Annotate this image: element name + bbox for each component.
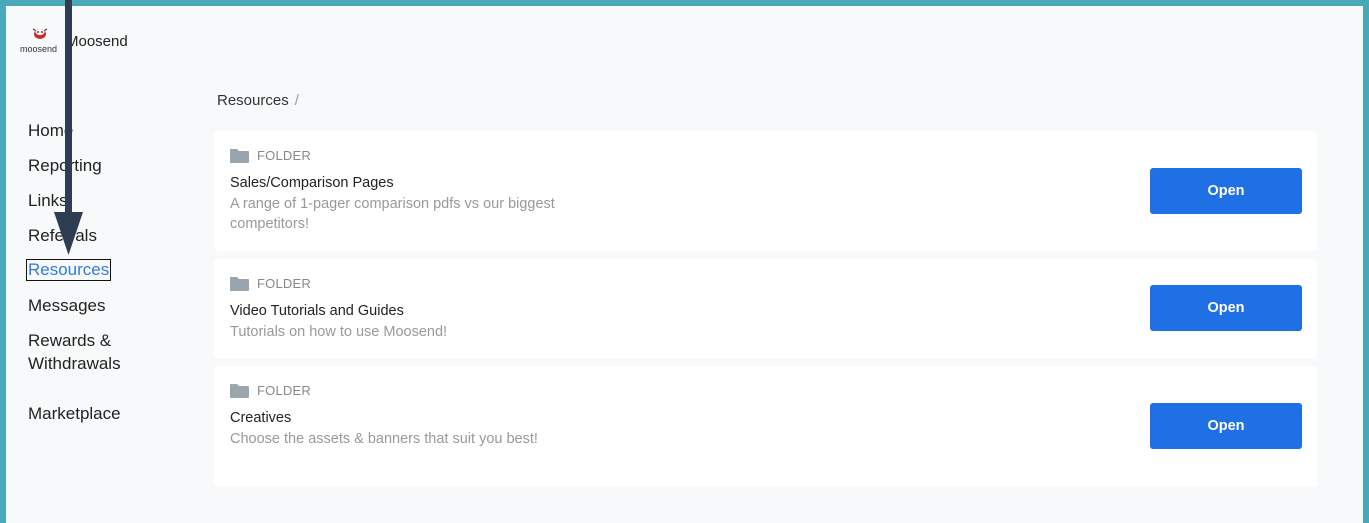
resource-card-creatives: FOLDER Creatives Choose the assets & ban…: [214, 366, 1317, 487]
folder-type-row: FOLDER: [230, 276, 311, 291]
folder-type-row: FOLDER: [230, 148, 311, 163]
breadcrumb: Resources /: [217, 92, 299, 109]
open-button[interactable]: Open: [1150, 285, 1302, 331]
folder-label: FOLDER: [257, 276, 311, 291]
folder-icon: [230, 148, 249, 163]
logo-name: Moosend: [66, 33, 128, 50]
open-button[interactable]: Open: [1150, 403, 1302, 449]
card-description: Choose the assets & banners that suit yo…: [230, 431, 538, 447]
card-title: Creatives: [230, 410, 292, 426]
folder-type-row: FOLDER: [230, 383, 311, 398]
cow-icon: [32, 28, 48, 39]
sidebar-item-messages[interactable]: Messages: [28, 296, 105, 316]
folder-label: FOLDER: [257, 148, 311, 163]
breadcrumb-item-resources[interactable]: Resources: [217, 92, 289, 109]
sidebar-item-withdrawals[interactable]: Withdrawals: [28, 354, 121, 374]
sidebar-item-rewards[interactable]: Rewards &: [28, 331, 111, 351]
logo[interactable]: moosend Moosend: [20, 24, 128, 64]
resource-card-sales: FOLDER Sales/Comparison Pages A range of…: [214, 131, 1317, 251]
app-frame: moosend Moosend Home Reporting Links Ref…: [6, 6, 1363, 523]
card-description: A range of 1-pager comparison pdfs vs ou…: [230, 196, 555, 232]
folder-icon: [230, 383, 249, 398]
folder-icon: [230, 276, 249, 291]
card-title: Sales/Comparison Pages: [230, 175, 394, 191]
open-button[interactable]: Open: [1150, 168, 1302, 214]
card-description: Tutorials on how to use Moosend!: [230, 324, 448, 340]
folder-label: FOLDER: [257, 383, 311, 398]
sidebar-item-links[interactable]: Links: [28, 191, 68, 211]
sidebar-item-marketplace[interactable]: Marketplace: [28, 404, 121, 424]
sidebar-item-referrals[interactable]: Referrals: [28, 226, 97, 246]
sidebar-item-resources[interactable]: Resources: [25, 259, 112, 281]
breadcrumb-separator: /: [294, 92, 299, 109]
sidebar-item-home[interactable]: Home: [28, 121, 73, 141]
logo-mark-text: moosend: [20, 44, 58, 54]
resource-card-video: FOLDER Video Tutorials and Guides Tutori…: [214, 259, 1317, 358]
moosend-logo-mark: moosend: [20, 24, 64, 64]
card-title: Video Tutorials and Guides: [230, 303, 404, 319]
sidebar-item-reporting[interactable]: Reporting: [28, 156, 102, 176]
